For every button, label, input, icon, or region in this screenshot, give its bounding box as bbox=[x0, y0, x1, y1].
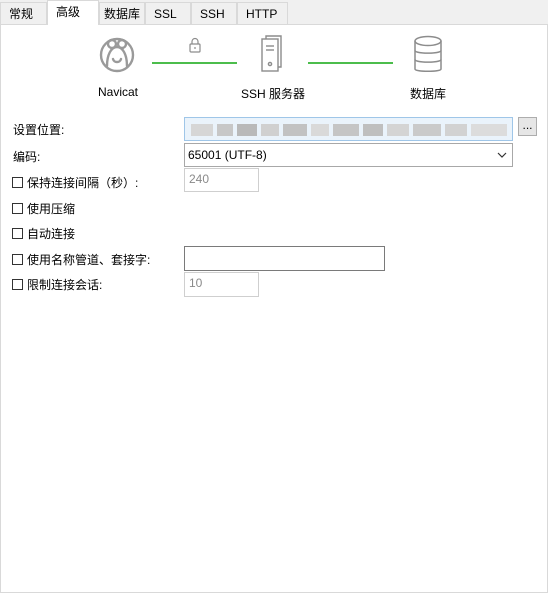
named-pipe-row: 使用名称管道、套接字: bbox=[12, 251, 150, 267]
tab-ssl[interactable]: SSL bbox=[145, 2, 191, 24]
tab-http[interactable]: HTTP bbox=[237, 2, 288, 24]
named-pipe-checkbox[interactable] bbox=[12, 253, 23, 265]
tab-database[interactable]: 数据库 bbox=[99, 2, 145, 24]
advanced-panel: Navicat SSH 服务器 数据库 设置位置: ... 编码: 65001 … bbox=[0, 24, 548, 593]
keepalive-interval-input[interactable]: 240 bbox=[184, 168, 259, 192]
tab-ssl-label: SSL bbox=[154, 7, 177, 21]
encoding-label: 编码: bbox=[13, 150, 41, 164]
server-icon bbox=[261, 35, 282, 72]
compression-row: 使用压缩 bbox=[12, 200, 75, 216]
limit-sessions-input[interactable]: 10 bbox=[184, 272, 259, 297]
location-input[interactable] bbox=[184, 117, 513, 141]
lock-icon bbox=[189, 37, 201, 53]
compression-label: 使用压缩 bbox=[27, 201, 76, 216]
diagram-server-label: SSH 服务器 bbox=[240, 87, 305, 101]
chevron-down-icon bbox=[497, 152, 507, 158]
tab-ssh-label: SSH bbox=[200, 7, 225, 21]
named-pipe-label: 使用名称管道、套接字: bbox=[27, 252, 151, 267]
encoding-value: 65001 (UTF-8) bbox=[188, 148, 267, 162]
keepalive-row: 保持连接间隔（秒）: bbox=[12, 174, 138, 190]
tab-ssh[interactable]: SSH bbox=[191, 2, 237, 24]
tab-database-label: 数据库 bbox=[104, 7, 141, 21]
diagram-client-label: Navicat bbox=[97, 85, 138, 99]
limit-sessions-row: 限制连接会话: bbox=[12, 276, 102, 292]
limit-sessions-label: 限制连接会话: bbox=[27, 277, 103, 292]
tab-general[interactable]: 常规 bbox=[0, 2, 47, 24]
connection-line-right bbox=[308, 62, 393, 64]
encoding-select[interactable]: 65001 (UTF-8) bbox=[184, 143, 513, 167]
location-label: 设置位置: bbox=[13, 123, 65, 137]
tab-general-label: 常规 bbox=[9, 7, 34, 21]
tab-http-label: HTTP bbox=[246, 7, 278, 21]
navicat-logo-icon bbox=[99, 37, 135, 73]
limit-sessions-checkbox[interactable] bbox=[12, 278, 23, 290]
tab-advanced[interactable]: 高级 bbox=[47, 0, 99, 25]
keepalive-checkbox[interactable] bbox=[12, 176, 23, 188]
tab-advanced-label: 高级 bbox=[56, 5, 81, 19]
keepalive-label: 保持连接间隔（秒）: bbox=[27, 175, 139, 190]
named-pipe-input[interactable] bbox=[184, 246, 385, 271]
autoconnect-row: 自动连接 bbox=[12, 225, 75, 241]
connection-line-left bbox=[152, 62, 237, 64]
autoconnect-checkbox[interactable] bbox=[12, 227, 23, 239]
tab-bar: 常规 高级 数据库 SSL SSH HTTP bbox=[0, 0, 548, 25]
database-icon bbox=[414, 35, 442, 72]
autoconnect-label: 自动连接 bbox=[27, 226, 76, 241]
diagram-database-label: 数据库 bbox=[409, 87, 446, 101]
compression-checkbox[interactable] bbox=[12, 202, 23, 214]
browse-button[interactable]: ... bbox=[518, 117, 537, 136]
